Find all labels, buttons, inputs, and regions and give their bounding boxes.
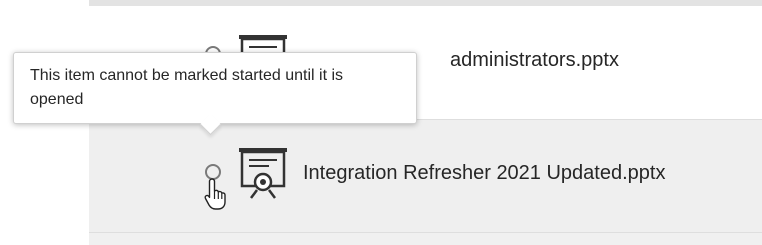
hand-pointer-icon xyxy=(204,178,226,210)
list-item[interactable]: Integration Refresher 2021 Updated.pptx xyxy=(89,120,762,232)
row-title[interactable]: Integration Refresher 2021 Updated.pptx xyxy=(303,162,665,185)
tooltip-text: This item cannot be marked started until… xyxy=(30,67,344,108)
row-divider xyxy=(89,232,762,233)
presentation-icon xyxy=(239,148,287,199)
tooltip: This item cannot be marked started until… xyxy=(13,52,417,124)
row-title[interactable]: administrators.pptx xyxy=(450,49,619,72)
